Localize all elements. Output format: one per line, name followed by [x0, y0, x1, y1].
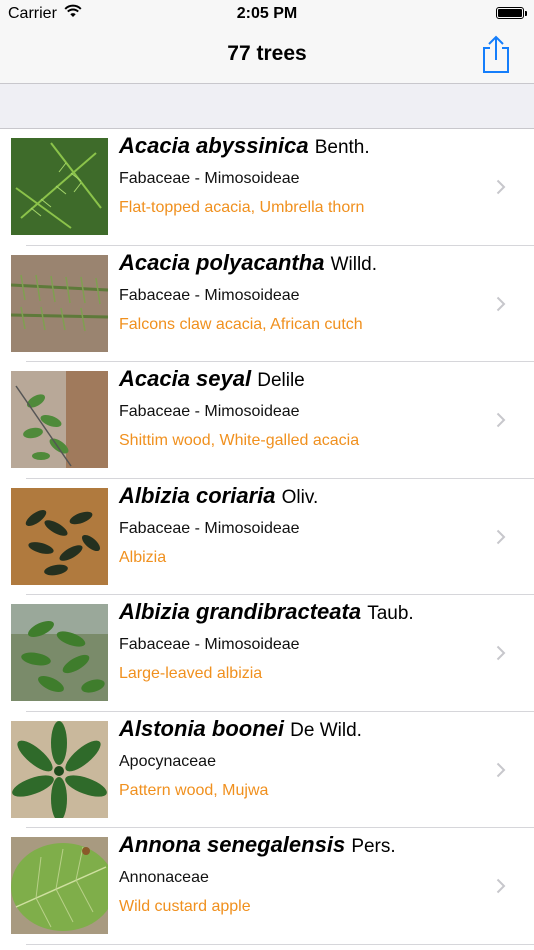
tree-thumbnail: [11, 254, 108, 352]
family-label: Fabaceae - Mimosoideae: [119, 519, 300, 537]
family-label: Fabaceae - Mimosoideae: [119, 403, 300, 420]
tree-thumbnail: [11, 720, 108, 818]
tree-thumbnail: [11, 604, 108, 701]
tree-row[interactable]: Acacia seyal Delile Fabaceae - Mimosoide…: [0, 362, 534, 479]
chevron-right-icon: [496, 762, 506, 777]
author-name: De Wild.: [290, 719, 362, 741]
author-name: Pers.: [351, 836, 396, 857]
tree-name: Albizia grandibracteata Taub.: [119, 599, 414, 625]
common-name: Wild custard apple: [119, 898, 251, 915]
tree-row[interactable]: Acacia abyssinica Benth. Fabaceae - Mimo…: [0, 129, 534, 246]
navigation-bar: 77 trees: [0, 28, 534, 84]
common-name: Pattern wood, Mujwa: [119, 781, 269, 799]
tree-name: Acacia abyssinica Benth.: [119, 133, 370, 159]
chevron-right-icon: [496, 296, 506, 311]
scientific-name: Albizia grandibracteata: [119, 599, 362, 624]
share-button[interactable]: [478, 34, 514, 74]
battery-icon: [496, 7, 527, 19]
scientific-name: Alstonia boonei: [119, 715, 284, 741]
tree-name: Acacia polyacantha Willd.: [119, 250, 377, 276]
tree-thumbnail: [11, 837, 108, 934]
family-label: Fabaceae - Mimosoideae: [119, 170, 300, 187]
chevron-right-icon: [496, 412, 506, 428]
author-name: Delile: [257, 370, 305, 391]
chevron-right-icon: [496, 179, 506, 195]
tree-row[interactable]: Alstonia boonei De Wild. Apocynaceae Pat…: [0, 711, 534, 828]
author-name: Willd.: [330, 253, 378, 275]
chevron-right-icon: [496, 878, 506, 894]
status-bar: Carrier 2:05 PM: [0, 0, 534, 28]
tree-name: Albizia coriaria Oliv.: [119, 483, 318, 509]
tree-thumbnail: [11, 487, 108, 585]
tree-name: Alstonia boonei De Wild.: [119, 716, 362, 742]
chevron-right-icon: [496, 529, 506, 544]
tree-name: Annona senegalensis Pers.: [119, 832, 396, 858]
common-name: Shittim wood, White-galled acacia: [119, 432, 360, 449]
family-label: Fabaceae - Mimosoideae: [119, 286, 300, 304]
share-icon: [483, 35, 509, 73]
author-name: Taub.: [367, 603, 414, 624]
section-header: [0, 84, 534, 129]
scientific-name: Annona senegalensis: [119, 832, 346, 857]
common-name: Large-leaved albizia: [119, 665, 263, 682]
tree-row[interactable]: Acacia polyacantha Willd. Fabaceae - Mim…: [0, 245, 534, 362]
common-name: Falcons claw acacia, African cutch: [119, 315, 363, 333]
tree-name: Acacia seyal Delile: [119, 366, 305, 392]
scientific-name: Acacia seyal: [119, 366, 252, 391]
common-name: Albizia: [119, 548, 167, 566]
family-label: Annonaceae: [119, 869, 209, 886]
tree-row[interactable]: Annona senegalensis Pers. Annonaceae Wil…: [0, 828, 534, 945]
scientific-name: Acacia polyacantha: [119, 249, 325, 275]
page-title: 77 trees: [227, 42, 307, 65]
author-name: Benth.: [314, 137, 370, 158]
author-name: Oliv.: [281, 486, 319, 508]
family-label: Fabaceae - Mimosoideae: [119, 636, 300, 653]
scientific-name: Acacia abyssinica: [119, 133, 309, 158]
tree-thumbnail: [11, 371, 108, 468]
status-time: 2:05 PM: [236, 5, 298, 22]
common-name: Flat-topped acacia, Umbrella thorn: [119, 199, 365, 216]
tree-thumbnail: [11, 138, 108, 235]
scientific-name: Albizia coriaria: [119, 482, 276, 508]
tree-row[interactable]: Albizia coriaria Oliv. Fabaceae - Mimoso…: [0, 478, 534, 595]
family-label: Apocynaceae: [119, 752, 216, 770]
tree-row[interactable]: Albizia grandibracteata Taub. Fabaceae -…: [0, 595, 534, 712]
chevron-right-icon: [496, 645, 506, 661]
tree-list: Acacia abyssinica Benth. Fabaceae - Mimo…: [0, 129, 534, 945]
